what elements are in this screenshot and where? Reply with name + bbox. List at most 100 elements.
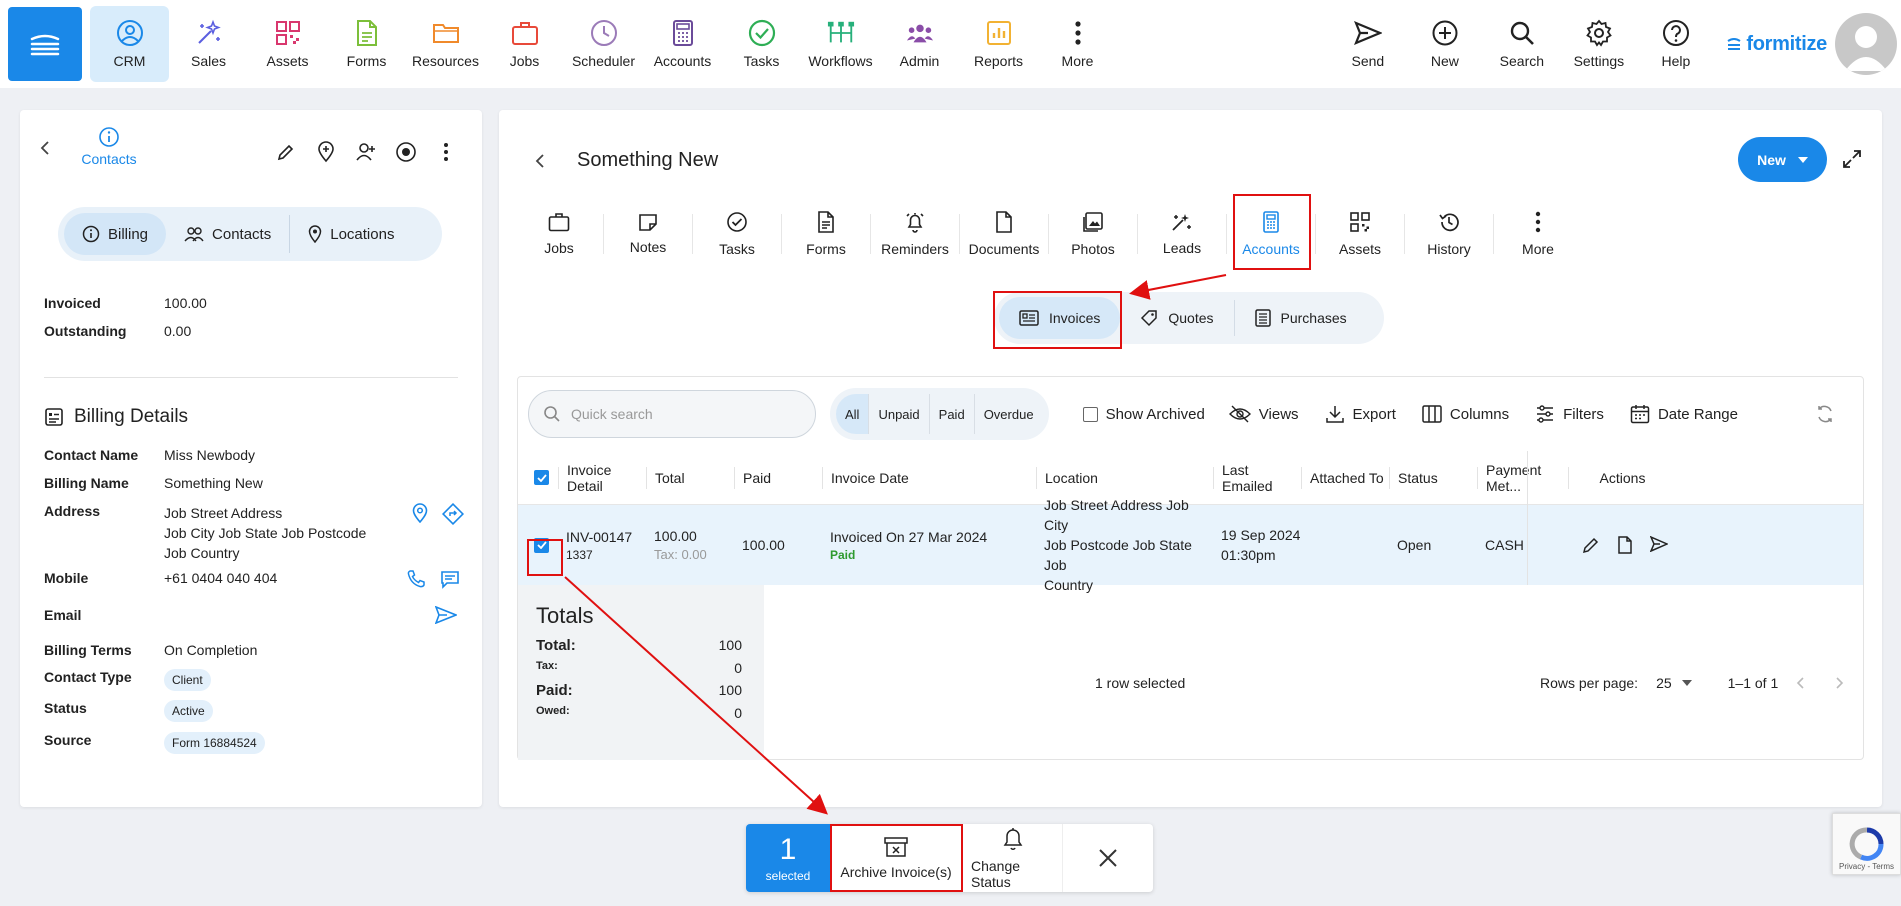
tab-contacts[interactable]: Contacts — [166, 213, 289, 255]
tab-tasks[interactable]: Tasks — [693, 198, 781, 270]
subtab-purchases[interactable]: Purchases — [1235, 297, 1367, 339]
tab-reminders[interactable]: Reminders — [871, 198, 959, 270]
nav-new[interactable]: New — [1406, 6, 1483, 82]
nav-accounts[interactable]: Accounts — [643, 6, 722, 82]
select-all-checkbox[interactable] — [518, 470, 558, 485]
close-icon[interactable] — [1063, 824, 1153, 892]
nav-admin[interactable]: Admin — [880, 6, 959, 82]
filter-paid[interactable]: Paid — [930, 394, 975, 434]
back-arrow-icon[interactable] — [40, 140, 50, 156]
tab-history[interactable]: History — [1405, 198, 1493, 270]
filter-unpaid[interactable]: Unpaid — [869, 394, 930, 434]
tab-label: Accounts — [1242, 241, 1300, 257]
edit-icon[interactable] — [274, 140, 298, 164]
col-attached-to[interactable]: Attached To — [1301, 466, 1389, 489]
brand-text: formitize — [1746, 32, 1827, 55]
subtab-quotes[interactable]: Quotes — [1120, 297, 1233, 339]
tab-documents[interactable]: Documents — [960, 198, 1048, 270]
col-last-emailed[interactable]: Last Emailed — [1213, 462, 1301, 494]
user-avatar[interactable] — [1835, 13, 1897, 75]
nav-resources[interactable]: Resources — [406, 6, 485, 82]
tab-billing[interactable]: Billing — [64, 213, 167, 255]
send-icon[interactable] — [1649, 536, 1668, 552]
map-pin-icon[interactable] — [412, 503, 428, 523]
tab-label: History — [1427, 241, 1471, 257]
nav-settings[interactable]: Settings — [1560, 6, 1637, 82]
briefcase-icon — [511, 19, 539, 47]
add-location-icon[interactable] — [314, 140, 338, 164]
directions-icon[interactable] — [442, 503, 464, 525]
show-archived-toggle[interactable]: Show Archived — [1082, 406, 1205, 423]
nav-scheduler[interactable]: Scheduler — [564, 6, 643, 82]
col-location[interactable]: Location — [1036, 466, 1213, 489]
nav-label: More — [1061, 53, 1094, 69]
tab-locations[interactable]: Locations — [290, 213, 412, 255]
tab-jobs[interactable]: Jobs — [515, 198, 603, 270]
merge-icon[interactable] — [394, 140, 418, 164]
briefcase-icon — [548, 212, 570, 232]
rows-per-page-select[interactable]: 25 — [1656, 675, 1692, 691]
nav-forms[interactable]: Forms — [327, 6, 406, 82]
nav-label: New — [1430, 53, 1459, 69]
nav-more[interactable]: More — [1038, 6, 1117, 82]
contacts-info-button[interactable]: Contacts — [74, 126, 144, 167]
col-status[interactable]: Status — [1389, 466, 1477, 489]
filter-overdue[interactable]: Overdue — [975, 394, 1043, 434]
filter-all[interactable]: All — [836, 394, 870, 434]
columns-button[interactable]: Columns — [1422, 405, 1509, 423]
subtab-invoices[interactable]: Invoices — [992, 291, 1123, 349]
nav-jobs[interactable]: Jobs — [485, 6, 564, 82]
tab-photos[interactable]: Photos — [1049, 198, 1137, 270]
next-page-icon[interactable] — [1836, 677, 1844, 689]
email-label: Email — [44, 607, 82, 623]
more-icon — [1064, 19, 1092, 47]
prev-page-icon[interactable] — [1796, 677, 1804, 689]
col-payment-method[interactable]: Payment Met... — [1477, 462, 1568, 494]
tab-more[interactable]: More — [1494, 198, 1582, 270]
more-vertical-icon[interactable] — [434, 140, 458, 164]
expand-icon[interactable] — [1842, 149, 1862, 169]
billing-details-title: Billing Details — [44, 406, 188, 428]
home-logo-button[interactable] — [8, 7, 82, 81]
nav-search[interactable]: Search — [1483, 6, 1560, 82]
tab-forms[interactable]: Forms — [782, 198, 870, 270]
export-button[interactable]: Export — [1325, 404, 1396, 424]
nav-assets[interactable]: Assets — [248, 6, 327, 82]
filters-button[interactable]: Filters — [1535, 405, 1604, 423]
nav-reports[interactable]: Reports — [959, 6, 1038, 82]
col-invoice-detail[interactable]: Invoice Detail — [558, 462, 646, 494]
search-input[interactable]: Quick search — [528, 390, 816, 438]
add-contact-icon[interactable] — [354, 140, 378, 164]
show-archived-checkbox[interactable] — [1082, 406, 1098, 422]
col-total[interactable]: Total — [646, 466, 734, 489]
nav-crm[interactable]: CRM — [90, 6, 169, 82]
col-paid[interactable]: Paid — [734, 466, 822, 489]
col-invoice-date[interactable]: Invoice Date — [822, 466, 1036, 489]
nav-workflows[interactable]: Workflows — [801, 6, 880, 82]
document-icon[interactable] — [1617, 536, 1633, 554]
date-range-button[interactable]: Date Range — [1630, 404, 1738, 424]
send-email-icon[interactable] — [435, 606, 457, 624]
phone-icon[interactable] — [406, 569, 426, 589]
email-row: Email — [44, 607, 164, 623]
change-status-button[interactable]: Change Status — [963, 824, 1063, 892]
nav-help[interactable]: Help — [1637, 6, 1714, 82]
new-dropdown-button[interactable]: New — [1738, 137, 1827, 182]
nav-sales[interactable]: Sales — [169, 6, 248, 82]
invoiced-row: Invoiced 100.00 — [44, 295, 207, 311]
tab-accounts[interactable]: Accounts — [1227, 194, 1315, 270]
cell-paid: 100.00 — [742, 537, 785, 553]
archive-invoices-button[interactable]: Archive Invoice(s) — [830, 824, 963, 892]
sms-icon[interactable] — [440, 569, 460, 589]
table-row[interactable]: INV-00147 1337 100.00 Tax: 0.00 100.00 Inv… — [518, 497, 1863, 593]
edit-icon[interactable] — [1582, 536, 1600, 554]
tab-assets[interactable]: Assets — [1316, 198, 1404, 270]
location-line-1: Job Street Address Job City — [1044, 497, 1189, 533]
nav-tasks[interactable]: Tasks — [722, 6, 801, 82]
tab-notes[interactable]: Notes — [604, 198, 692, 270]
tab-leads[interactable]: Leads — [1138, 198, 1226, 270]
back-arrow-icon[interactable] — [535, 153, 545, 169]
refresh-icon[interactable] — [1815, 404, 1835, 424]
nav-send[interactable]: Send — [1329, 6, 1406, 82]
views-button[interactable]: Views — [1228, 405, 1299, 423]
